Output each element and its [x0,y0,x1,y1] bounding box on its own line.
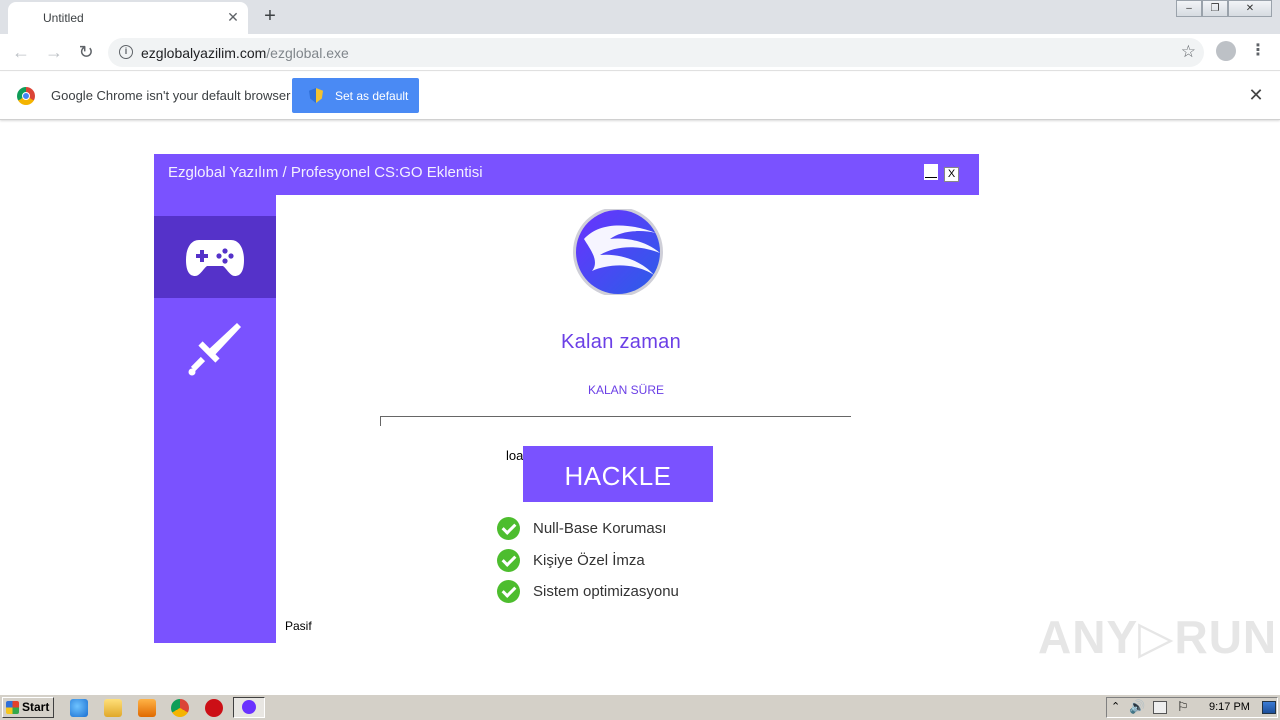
forward-button[interactable]: → [42,40,66,64]
feature-label: Sistem optimizasyonu [533,583,679,600]
checkmark-icon [497,548,520,572]
sidebar-item-weapon[interactable] [154,299,276,381]
infobar-message: Google Chrome isn't your default browser [51,88,291,103]
anyrun-watermark: ANY▷RUN [1038,611,1278,663]
ezglobal-taskbar-icon [242,700,256,714]
default-browser-infobar: Google Chrome isn't your default browser… [0,72,1280,120]
start-button[interactable]: Start [2,697,54,718]
app-close-button[interactable]: X [944,167,959,182]
url-domain: ezglobalyazilim.com [141,45,267,61]
browser-tab[interactable]: Untitled ✕ [8,2,248,34]
ezglobal-logo-icon [573,209,663,295]
set-as-default-label: Set as default [335,89,409,103]
sidebar-item-game[interactable] [154,216,276,298]
window-controls: – ❐ ✕ [1176,0,1272,18]
loading-text: loa [506,448,524,463]
status-text: Pasif [285,619,312,633]
window-close-button[interactable]: ✕ [1228,0,1272,17]
windows-flag-icon [6,701,19,714]
clock: 9:17 PM [1209,701,1250,713]
countdown-subheading: KALAN SÜRE [587,383,665,397]
tab-title: Untitled [43,11,84,25]
chrome-taskbar-icon[interactable] [171,699,189,717]
reload-button[interactable]: ↻ [74,40,98,64]
browser-menu-icon[interactable]: ⋮ [1250,40,1266,62]
internet-explorer-icon[interactable] [70,699,88,717]
app-taskbar-button[interactable] [233,697,265,718]
window-restore-button[interactable]: ❐ [1202,0,1228,17]
sword-icon [188,323,241,376]
tab-close-icon[interactable]: ✕ [225,9,241,25]
gamepad-icon [186,240,244,276]
show-desktop-icon[interactable] [1262,701,1276,714]
checkmark-icon [497,517,520,540]
app-minimize-button[interactable] [924,164,938,180]
site-info-icon[interactable]: i [119,45,133,59]
uac-shield-icon [309,88,323,103]
window-minimize-button[interactable]: – [1176,0,1202,17]
system-tray: ⌃ 🔊 ⚐ 9:17 PM [1106,697,1278,718]
new-tab-button[interactable]: + [258,5,282,29]
taskbar: Start ⌃ 🔊 ⚐ 9:17 PM [0,694,1280,720]
back-button[interactable]: ← [9,40,33,64]
tray-expand-icon[interactable]: ⌃ [1111,700,1120,713]
checkmark-icon [497,580,520,603]
chrome-logo-icon [17,87,35,105]
app-title: Ezglobal Yazılım / Profesyonel CS:GO Ekl… [168,164,483,181]
infobar-close-icon[interactable]: ✕ [1246,85,1266,105]
file-explorer-icon[interactable] [104,699,122,717]
action-center-flag-icon[interactable]: ⚐ [1177,699,1189,715]
address-bar[interactable]: i ezglobalyazilim.com/ezglobal.exe ☆ [108,38,1204,67]
browser-toolbar: ← → ↻ i ezglobalyazilim.com/ezglobal.exe… [0,34,1280,71]
countdown-heading: Kalan zaman [560,331,682,353]
volume-icon[interactable]: 🔊 [1129,699,1145,715]
feature-label: Null-Base Koruması [533,520,667,537]
url-path: /ezglobal.exe [266,45,349,61]
network-icon[interactable] [1153,701,1167,714]
start-label: Start [22,700,50,714]
tab-strip: Untitled ✕ + – ❐ ✕ [0,0,1280,34]
media-player-icon[interactable] [138,699,156,717]
feature-label: Kişiye Özel İmza [533,551,645,569]
set-as-default-button[interactable]: Set as default [292,78,419,113]
bookmark-star-icon[interactable]: ☆ [1181,42,1196,62]
url-text[interactable]: ezglobalyazilim.com/ezglobal.exe [141,45,349,61]
hackle-button[interactable]: HACKLE [523,446,713,502]
app-header: Ezglobal Yazılım / Profesyonel CS:GO Ekl… [154,154,979,195]
app-sidebar [154,195,276,643]
app-window: Ezglobal Yazılım / Profesyonel CS:GO Ekl… [154,154,979,643]
opera-icon[interactable] [205,699,223,717]
app-main: Kalan zaman KALAN SÜRE loa HACKLE Null-B… [276,195,979,643]
countdown-progress-bar [380,416,851,426]
profile-avatar[interactable] [1216,41,1236,61]
